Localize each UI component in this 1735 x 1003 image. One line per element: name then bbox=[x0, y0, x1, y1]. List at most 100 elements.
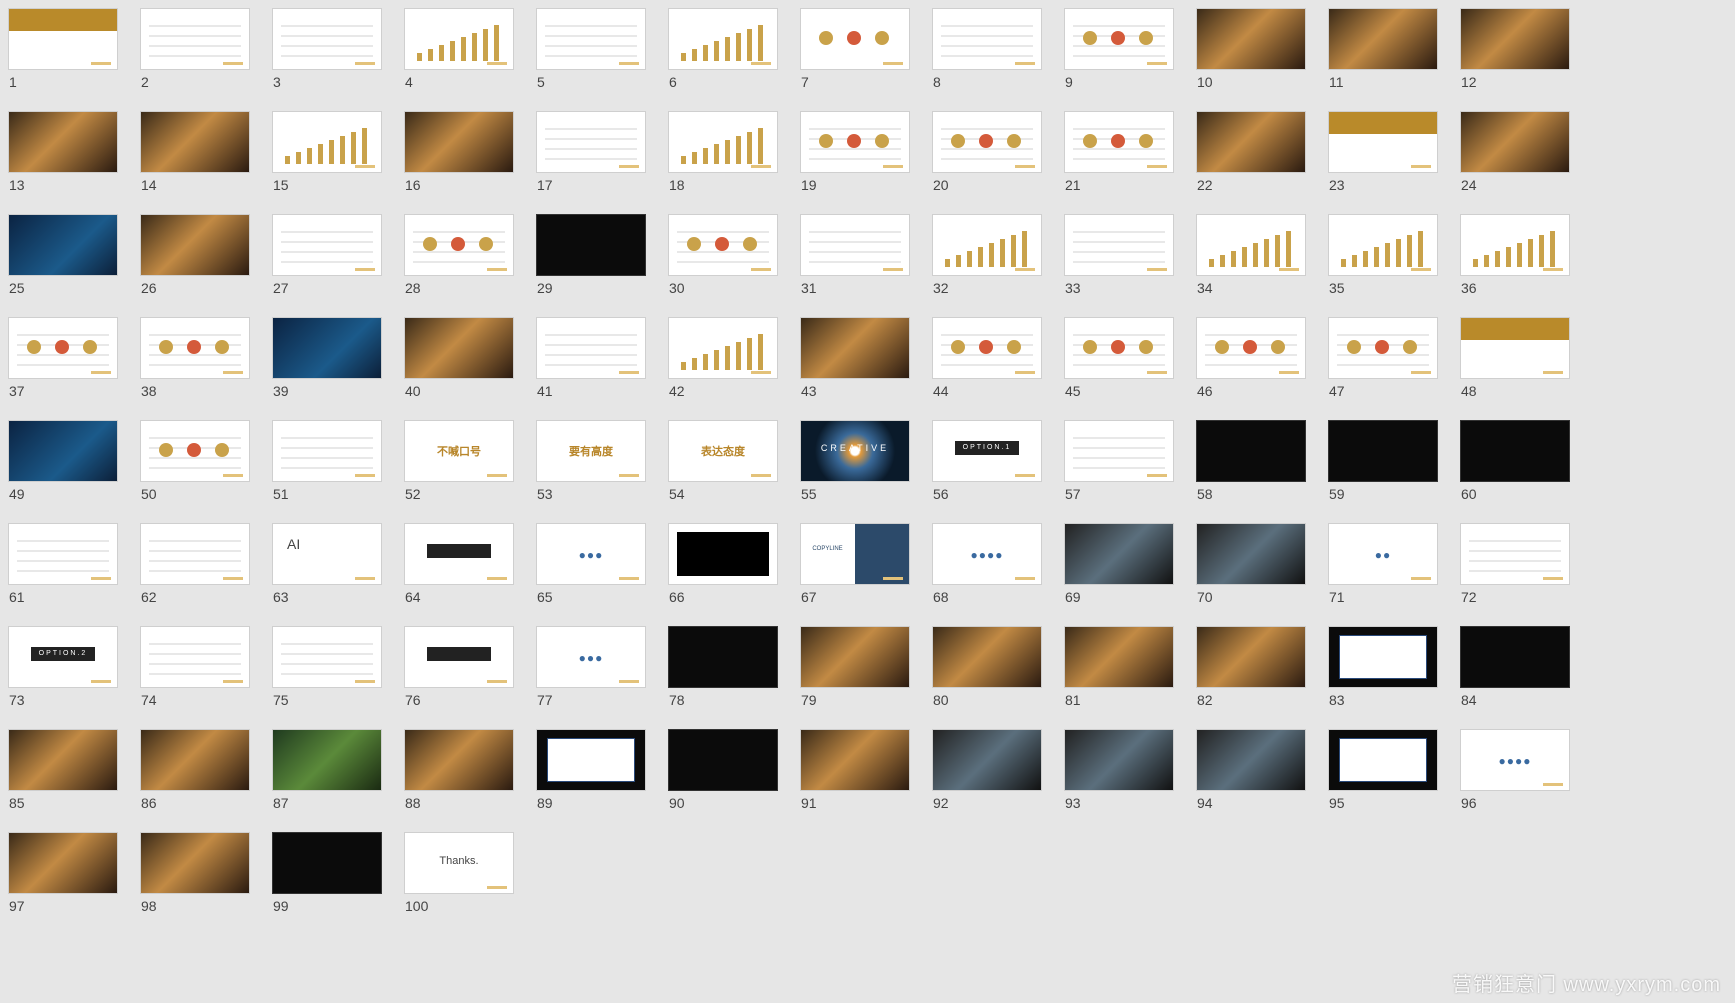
slide-thumbnail[interactable] bbox=[1196, 111, 1306, 173]
slide-thumbnail[interactable] bbox=[140, 626, 250, 688]
slide-cell[interactable]: 58 bbox=[1188, 412, 1306, 504]
slide-thumbnail[interactable]: ●● bbox=[1328, 523, 1438, 585]
slide-cell[interactable]: 72 bbox=[1452, 515, 1570, 607]
slide-thumbnail[interactable] bbox=[1196, 523, 1306, 585]
slide-cell[interactable]: 99 bbox=[264, 824, 382, 916]
slide-cell[interactable]: 2 bbox=[132, 0, 250, 92]
slide-cell[interactable]: 50 bbox=[132, 412, 250, 504]
slide-thumbnail[interactable] bbox=[1328, 214, 1438, 276]
slide-thumbnail[interactable] bbox=[1064, 111, 1174, 173]
slide-cell[interactable]: 86 bbox=[132, 721, 250, 813]
slide-cell[interactable]: 33 bbox=[1056, 206, 1174, 298]
slide-thumbnail[interactable]: 不喊口号 bbox=[404, 420, 514, 482]
slide-thumbnail[interactable] bbox=[272, 8, 382, 70]
slide-cell[interactable]: Thanks. 100 bbox=[396, 824, 514, 916]
slide-cell[interactable]: 94 bbox=[1188, 721, 1306, 813]
slide-thumbnail[interactable] bbox=[668, 317, 778, 379]
slide-cell[interactable]: 36 bbox=[1452, 206, 1570, 298]
slide-cell[interactable]: 57 bbox=[1056, 412, 1174, 504]
slide-thumbnail[interactable] bbox=[404, 626, 514, 688]
slide-cell[interactable]: 61 bbox=[0, 515, 118, 607]
slide-thumbnail[interactable] bbox=[404, 111, 514, 173]
slide-cell[interactable]: 10 bbox=[1188, 0, 1306, 92]
slide-thumbnail[interactable]: COPYLINE bbox=[800, 523, 910, 585]
slide-thumbnail[interactable]: 要有高度 bbox=[536, 420, 646, 482]
slide-thumbnail[interactable] bbox=[1328, 729, 1438, 791]
slide-cell[interactable]: 13 bbox=[0, 103, 118, 195]
slide-cell[interactable]: 46 bbox=[1188, 309, 1306, 401]
slide-thumbnail[interactable] bbox=[8, 729, 118, 791]
slide-thumbnail[interactable] bbox=[1064, 8, 1174, 70]
slide-thumbnail[interactable] bbox=[932, 729, 1042, 791]
slide-thumbnail[interactable] bbox=[8, 8, 118, 70]
slide-cell[interactable]: 30 bbox=[660, 206, 778, 298]
slide-cell[interactable]: 66 bbox=[660, 515, 778, 607]
slide-cell[interactable]: 31 bbox=[792, 206, 910, 298]
slide-thumbnail[interactable] bbox=[536, 214, 646, 276]
slide-thumbnail[interactable] bbox=[536, 111, 646, 173]
slide-cell[interactable]: OPTION.2 73 bbox=[0, 618, 118, 710]
slide-cell[interactable]: 8 bbox=[924, 0, 1042, 92]
slide-cell[interactable]: 47 bbox=[1320, 309, 1438, 401]
slide-thumbnail[interactable]: Thanks. bbox=[404, 832, 514, 894]
slide-cell[interactable]: 92 bbox=[924, 721, 1042, 813]
slide-cell[interactable]: COPYLINE 67 bbox=[792, 515, 910, 607]
slide-thumbnail[interactable] bbox=[8, 832, 118, 894]
slide-cell[interactable]: 95 bbox=[1320, 721, 1438, 813]
slide-thumbnail[interactable] bbox=[404, 317, 514, 379]
slide-thumbnail[interactable] bbox=[1460, 420, 1570, 482]
slide-cell[interactable]: 87 bbox=[264, 721, 382, 813]
slide-cell[interactable]: 79 bbox=[792, 618, 910, 710]
slide-cell[interactable]: 16 bbox=[396, 103, 514, 195]
slide-thumbnail[interactable] bbox=[668, 111, 778, 173]
slide-cell[interactable]: 表达态度 54 bbox=[660, 412, 778, 504]
slide-cell[interactable]: 34 bbox=[1188, 206, 1306, 298]
slide-cell[interactable]: 88 bbox=[396, 721, 514, 813]
slide-thumbnail[interactable] bbox=[1328, 420, 1438, 482]
slide-thumbnail[interactable] bbox=[932, 214, 1042, 276]
slide-cell[interactable]: 18 bbox=[660, 103, 778, 195]
slide-thumbnail[interactable] bbox=[140, 317, 250, 379]
slide-thumbnail[interactable] bbox=[1064, 729, 1174, 791]
slide-cell[interactable]: 97 bbox=[0, 824, 118, 916]
slide-thumbnail[interactable] bbox=[1064, 317, 1174, 379]
slide-thumbnail[interactable] bbox=[668, 626, 778, 688]
slide-thumbnail[interactable] bbox=[932, 626, 1042, 688]
slide-thumbnail[interactable] bbox=[1460, 214, 1570, 276]
slide-cell[interactable]: 不喊口号 52 bbox=[396, 412, 514, 504]
slide-thumbnail[interactable] bbox=[668, 8, 778, 70]
slide-thumbnail[interactable] bbox=[8, 523, 118, 585]
slide-thumbnail[interactable] bbox=[8, 111, 118, 173]
slide-cell[interactable]: ●●● 77 bbox=[528, 618, 646, 710]
slide-cell[interactable]: 38 bbox=[132, 309, 250, 401]
slide-thumbnail[interactable] bbox=[1460, 317, 1570, 379]
slide-thumbnail[interactable] bbox=[272, 214, 382, 276]
slide-thumbnail[interactable] bbox=[272, 729, 382, 791]
slide-cell[interactable]: 14 bbox=[132, 103, 250, 195]
slide-cell[interactable]: 85 bbox=[0, 721, 118, 813]
slide-cell[interactable]: 69 bbox=[1056, 515, 1174, 607]
slide-cell[interactable]: 35 bbox=[1320, 206, 1438, 298]
slide-cell[interactable]: 1 bbox=[0, 0, 118, 92]
slide-cell[interactable]: 49 bbox=[0, 412, 118, 504]
slide-thumbnail[interactable]: ●●● bbox=[536, 626, 646, 688]
slide-thumbnail[interactable] bbox=[668, 729, 778, 791]
slide-cell[interactable]: ●●● 65 bbox=[528, 515, 646, 607]
slide-cell[interactable]: 80 bbox=[924, 618, 1042, 710]
slide-cell[interactable]: 43 bbox=[792, 309, 910, 401]
slide-thumbnail[interactable] bbox=[404, 8, 514, 70]
slide-cell[interactable]: 25 bbox=[0, 206, 118, 298]
slide-thumbnail[interactable] bbox=[1328, 317, 1438, 379]
slide-thumbnail[interactable] bbox=[404, 523, 514, 585]
slide-cell[interactable]: 32 bbox=[924, 206, 1042, 298]
slide-cell[interactable]: 78 bbox=[660, 618, 778, 710]
slide-cell[interactable]: 24 bbox=[1452, 103, 1570, 195]
slide-cell[interactable]: OPTION.1 56 bbox=[924, 412, 1042, 504]
slide-thumbnail[interactable] bbox=[272, 832, 382, 894]
slide-thumbnail[interactable] bbox=[272, 420, 382, 482]
slide-thumbnail[interactable]: 表达态度 bbox=[668, 420, 778, 482]
slide-cell[interactable]: 41 bbox=[528, 309, 646, 401]
slide-cell[interactable]: 64 bbox=[396, 515, 514, 607]
slide-cell[interactable]: 81 bbox=[1056, 618, 1174, 710]
slide-thumbnail[interactable] bbox=[272, 111, 382, 173]
